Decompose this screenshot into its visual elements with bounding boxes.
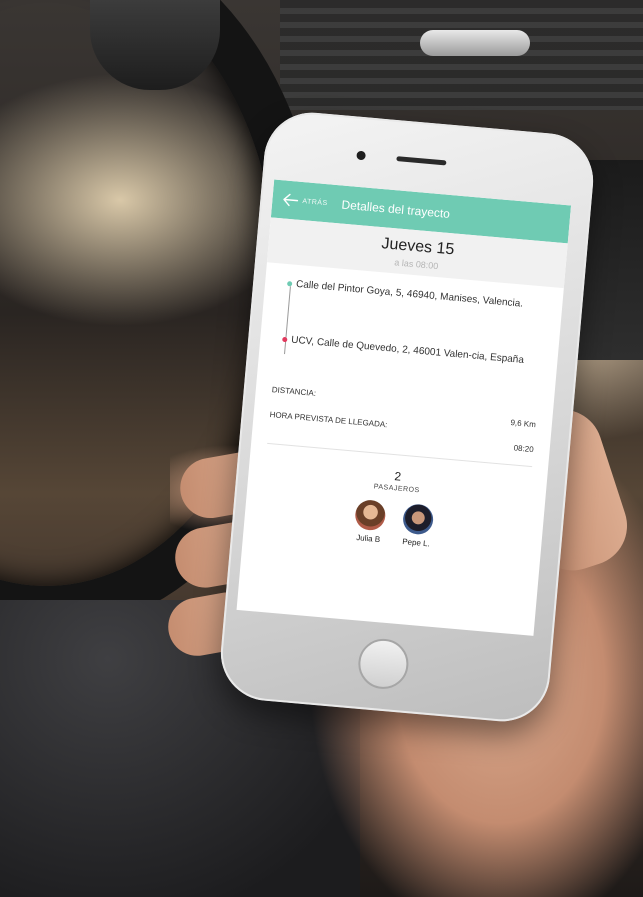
back-button[interactable]: ATRÁS [282, 192, 328, 210]
destination-dot-icon [282, 336, 288, 343]
passenger-name: Julia B [355, 533, 381, 545]
origin-address: Calle del Pintor Goya, 5, 46940, Manises… [286, 278, 547, 313]
arrow-left-icon [283, 193, 299, 207]
earpiece-speaker [396, 156, 447, 166]
passenger-name: Pepe L. [401, 537, 431, 549]
page-title: Detalles del trayecto [340, 197, 451, 221]
passenger-item[interactable]: Pepe L. [396, 503, 440, 549]
destination-address: UCV, Calle de Quevedo, 2, 46001 Valen-ci… [282, 334, 542, 369]
avatar [401, 503, 435, 536]
phone-body: ATRÁS Detalles del trayecto Jueves 15 a … [216, 108, 598, 726]
app-screen: ATRÁS Detalles del trayecto Jueves 15 a … [236, 179, 572, 636]
passengers-section: 2 PASAJEROS Julia B Pepe L. [243, 456, 546, 558]
avatar [354, 498, 387, 532]
distance-label: DISTANCIA: [271, 385, 317, 398]
vent-knob [420, 30, 530, 56]
destination-text: UCV, Calle de Quevedo, 2, 46001 Valen-ci… [290, 334, 525, 366]
back-label: ATRÁS [302, 197, 328, 207]
distance-value: 9,6 Km [510, 418, 537, 430]
smartphone: ATRÁS Detalles del trayecto Jueves 15 a … [216, 108, 598, 726]
origin-dot-icon [286, 281, 293, 287]
passenger-item[interactable]: Julia B [348, 498, 392, 544]
origin-text: Calle del Pintor Goya, 5, 46940, Manises… [295, 278, 524, 310]
front-camera [356, 150, 366, 161]
arrival-value: 08:20 [513, 443, 535, 455]
home-button[interactable] [356, 636, 411, 691]
